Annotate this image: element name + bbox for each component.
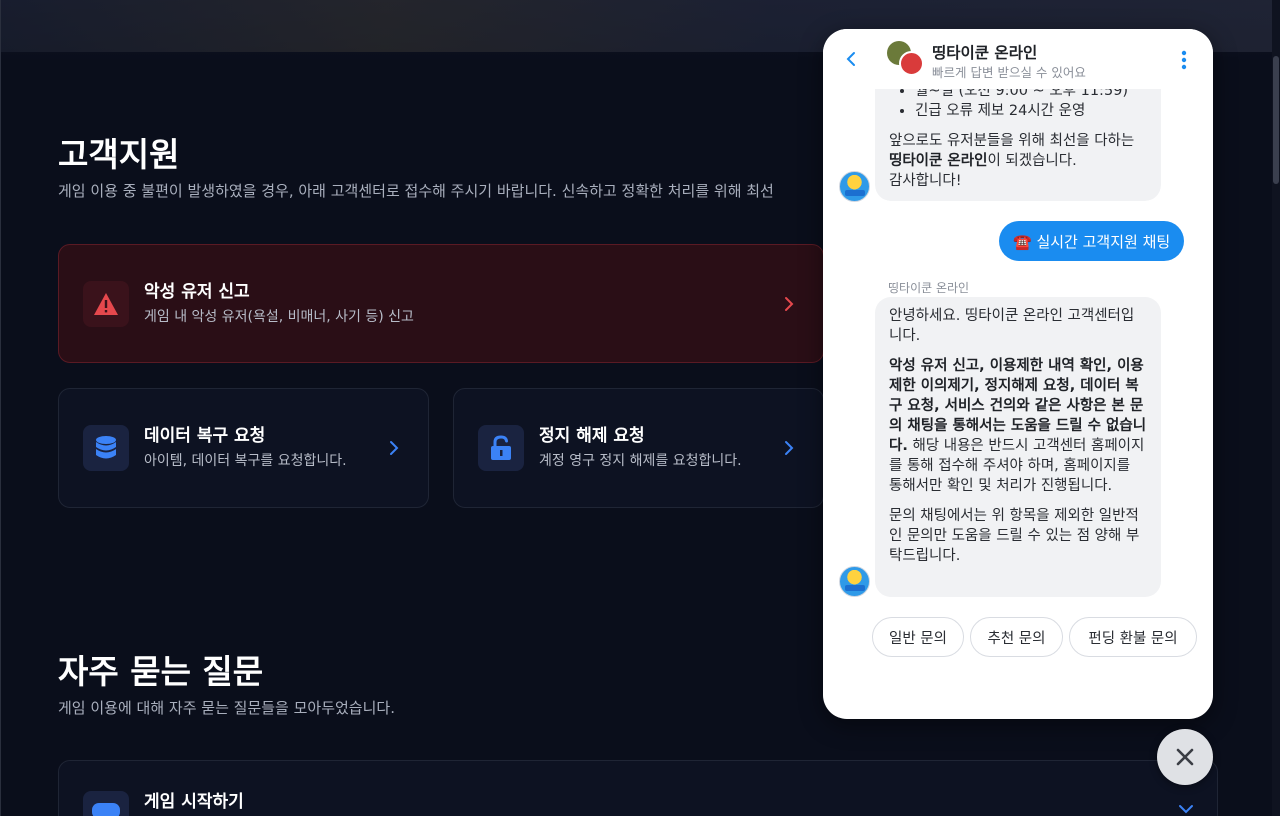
close-icon [1176,748,1194,766]
chip-recommend-inquiry[interactable]: 추천 문의 [970,617,1063,657]
closing-paragraph: 앞으로도 유저분들을 위해 최선을 다하는 띵타이쿤 온라인이 되겠습니다. 감사… [889,133,1135,189]
bot-avatar [839,566,870,597]
restriction-paragraph: 악성 유저 신고, 이용제한 내역 확인, 이용제한 이의제기, 정지해제 요청… [889,358,1147,494]
unban-card-desc: 계정 영구 정지 해제를 요청합니다. [539,453,742,469]
page-scrollbar-thumb[interactable] [1273,56,1279,184]
chevron-right-icon [390,441,399,455]
chevron-down-icon [1179,805,1193,814]
unlock-icon [478,425,524,471]
faq-item-game-start[interactable]: 게임 시작하기 [58,760,1218,816]
chat-subtitle: 빠르게 답변 받으실 수 있어요 [932,65,1086,80]
user-message-bubble: ☎️ 실시간 고객지원 채팅 [999,221,1185,261]
chat-avatar-group [887,41,925,77]
chevron-right-icon [785,297,794,311]
scope-paragraph: 문의 채팅에서는 위 항목을 제외한 일반적인 문의만 도움을 드릴 수 있는 … [889,508,1140,564]
greeting-paragraph: 안녕하세요. 띵타이쿤 온라인 고객센터입니다. [889,308,1135,344]
support-description: 게임 이용 중 불편이 발생하였을 경우, 아래 고객센터로 접수해 주시기 바… [58,182,774,200]
chip-funding-refund-inquiry[interactable]: 펀딩 환불 문의 [1069,617,1197,657]
data-restore-card[interactable]: 데이터 복구 요청 아이템, 데이터 복구를 요청합니다. [58,388,429,508]
avatar [899,51,924,76]
restore-card-desc: 아이템, 데이터 복구를 요청합니다. [144,453,347,469]
support-title: 고객지원 [58,135,180,174]
warning-icon [83,281,129,327]
sender-label: 띵타이쿤 온라인 [888,281,970,295]
restore-card-title: 데이터 복구 요청 [144,426,266,446]
bot-avatar [839,171,870,202]
database-icon [83,425,129,471]
bot-message-notice: 안녕하세요. 띵타이쿤 온라인 고객센터입니다. 악성 유저 신고, 이용제한 … [875,297,1161,597]
urgent-line: 긴급 오류 제보 24시간 운영 [915,101,1147,121]
report-card-desc: 게임 내 악성 유저(욕설, 비매너, 사기 등) 신고 [144,309,414,325]
unban-request-card[interactable]: 정지 해제 요청 계정 영구 정지 해제를 요청합니다. [453,388,824,508]
faq-title: 자주 묻는 질문 [58,652,264,691]
unban-card-title: 정지 해제 요청 [539,426,645,446]
chat-name: 띵타이쿤 온라인 [932,44,1038,62]
chat-close-button[interactable] [1157,729,1213,785]
faq-description: 게임 이용에 대해 자주 묻는 질문들을 모아두었습니다. [58,699,395,717]
back-arrow-icon[interactable] [844,50,858,68]
chat-header: 띵타이쿤 온라인 빠르게 답변 받으실 수 있어요 [823,29,1213,89]
more-vertical-icon[interactable] [1180,50,1188,70]
chip-general-inquiry[interactable]: 일반 문의 [872,617,964,657]
gamepad-icon [83,791,129,816]
report-card-title: 악성 유저 신고 [144,282,250,302]
chevron-right-icon [785,441,794,455]
report-user-card[interactable]: 악성 유저 신고 게임 내 악성 유저(욕설, 비매너, 사기 등) 신고 [58,244,824,363]
faq-item-title: 게임 시작하기 [144,792,244,812]
